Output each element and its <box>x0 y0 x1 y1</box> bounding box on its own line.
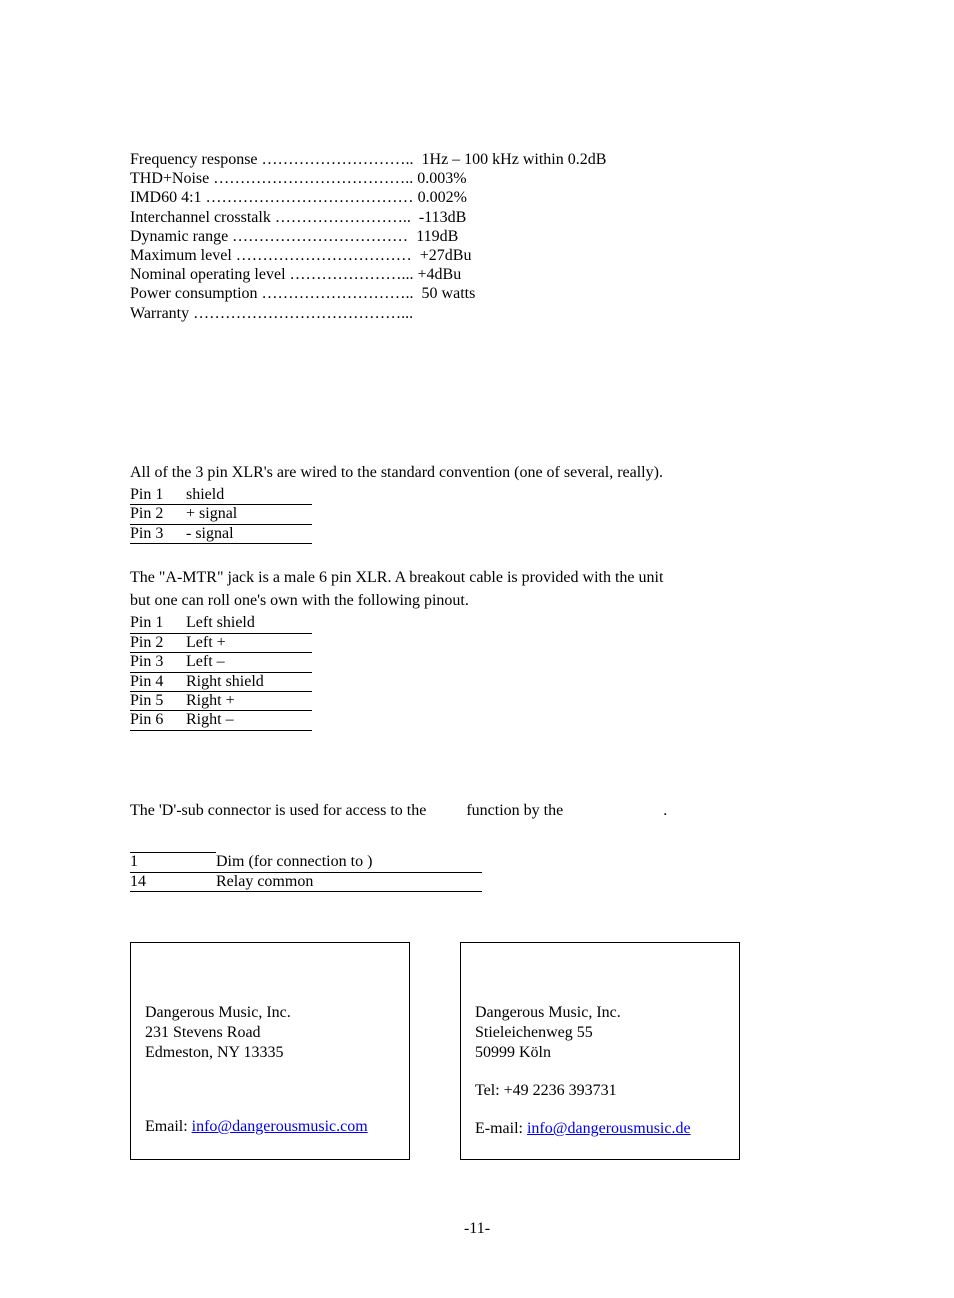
email-link-us[interactable]: info@dangerousmusic.com <box>192 1118 368 1135</box>
dsub-intro: The 'D'-sub connector is used for access… <box>130 801 824 820</box>
spec-row: IMD60 4:1 ………………………………… 0.002% <box>130 188 824 207</box>
contact-email-line: Email: info@dangerousmusic.com <box>145 1117 395 1137</box>
spec-value: +4dBu <box>418 265 462 284</box>
spec-value: 0.003% <box>417 169 466 188</box>
spec-row: Interchannel crosstalk …………………….. -113dB <box>130 208 824 227</box>
page-number: -11- <box>130 1220 824 1238</box>
dsub-header-blank2 <box>216 834 482 853</box>
spec-row: Nominal operating level …………………... +4dBu <box>130 265 824 284</box>
table-row: Pin 4 Right shield <box>130 672 312 691</box>
contact-line: 50999 Köln <box>475 1043 725 1063</box>
dsub-intro-pre: The 'D'-sub connector is used for access… <box>130 802 430 819</box>
table-row: Pin 3 Left – <box>130 653 312 672</box>
dsub-intro-mid: function by the <box>430 802 567 819</box>
pin-cell: Pin 1 <box>130 614 186 633</box>
pin-value-cell: Dim (for connection to ) <box>216 853 482 872</box>
pin-value-cell: Right – <box>186 711 312 730</box>
table-row: 14 Relay common <box>130 872 482 891</box>
spec-label: Frequency response ……………………….. <box>130 150 422 169</box>
pin-value-cell: Right + <box>186 691 312 710</box>
dsub-header-row <box>130 834 482 853</box>
xlr6-table: Pin 1 Left shield Pin 2 Left + Pin 3 Lef… <box>130 614 312 730</box>
spec-label: Interchannel crosstalk …………………….. <box>130 208 419 227</box>
contact-line: Dangerous Music, Inc. <box>475 1003 725 1023</box>
xlr6-intro-line1: The "A-MTR" jack is a male 6 pin XLR. A … <box>130 568 824 587</box>
spec-row: Warranty …………………………………... <box>130 304 824 323</box>
xlr6-intro-line2: but one can roll one's own with the foll… <box>130 591 824 610</box>
spec-row: THD+Noise ……………………………….. 0.003% <box>130 169 824 188</box>
spec-row: Frequency response ……………………….. 1Hz – 100… <box>130 150 824 169</box>
pin-cell: 1 <box>130 853 216 872</box>
email-link-de[interactable]: info@dangerousmusic.de <box>527 1120 691 1137</box>
table-row: Pin 1 shield <box>130 486 312 505</box>
xlr3-intro: All of the 3 pin XLR's are wired to the … <box>130 463 824 482</box>
spec-value: +27dBu <box>420 246 472 265</box>
pin-value-cell: Right shield <box>186 672 312 691</box>
table-row: Pin 5 Right + <box>130 691 312 710</box>
table-row: Pin 2 + signal <box>130 505 312 524</box>
table-row: Pin 1 Left shield <box>130 614 312 633</box>
contact-box-de: Dangerous Music, Inc. Stieleichenweg 55 … <box>460 942 740 1160</box>
spec-row: Power consumption ……………………….. 50 watts <box>130 284 824 303</box>
contact-line: 231 Stevens Road <box>145 1023 395 1043</box>
contact-line: Dangerous Music, Inc. <box>145 1003 395 1023</box>
pin-cell: Pin 6 <box>130 711 186 730</box>
xlr3-table: Pin 1 shield Pin 2 + signal Pin 3 - sign… <box>130 486 312 544</box>
pin-cell: Pin 3 <box>130 653 186 672</box>
pin-value-cell: - signal <box>186 524 312 543</box>
contact-box-us: Dangerous Music, Inc. 231 Stevens Road E… <box>130 942 410 1160</box>
table-row: 1 Dim (for connection to ) <box>130 853 482 872</box>
xlr6-section: The "A-MTR" jack is a male 6 pin XLR. A … <box>130 568 824 731</box>
pin-cell: Pin 1 <box>130 486 186 505</box>
spec-row: Dynamic range …………………………… 119dB <box>130 227 824 246</box>
dsub-table: 1 Dim (for connection to ) 14 Relay comm… <box>130 834 482 892</box>
email-label: Email: <box>145 1118 192 1135</box>
spec-label: Power consumption ……………………….. <box>130 284 422 303</box>
spec-label: IMD60 4:1 ………………………………… <box>130 188 418 207</box>
pin-cell: Pin 5 <box>130 691 186 710</box>
contact-line: Edmeston, NY 13335 <box>145 1043 395 1063</box>
specifications-block: Frequency response ……………………….. 1Hz – 100… <box>130 150 824 323</box>
pin-value-cell: Left shield <box>186 614 312 633</box>
spec-label: Dynamic range …………………………… <box>130 227 416 246</box>
spec-label: Nominal operating level …………………... <box>130 265 418 284</box>
xlr3-section: All of the 3 pin XLR's are wired to the … <box>130 463 824 544</box>
spec-value: 1Hz – 100 kHz within 0.2dB <box>422 150 607 169</box>
dsub-intro-post: . <box>567 802 667 819</box>
pin-cell: Pin 3 <box>130 524 186 543</box>
spec-label: Maximum level …………………………… <box>130 246 420 265</box>
table-row: Pin 2 Left + <box>130 633 312 652</box>
pin-value-cell: Relay common <box>216 872 482 891</box>
email-label: E-mail: <box>475 1120 527 1137</box>
pin-value-cell: shield <box>186 486 312 505</box>
contact-row: Dangerous Music, Inc. 231 Stevens Road E… <box>130 942 824 1160</box>
spec-value: 50 watts <box>422 284 476 303</box>
spec-label: Warranty …………………………………... <box>130 304 413 323</box>
pin-value-cell: Left + <box>186 633 312 652</box>
contact-line: Stieleichenweg 55 <box>475 1023 725 1043</box>
pin-cell: 14 <box>130 872 216 891</box>
spec-label: THD+Noise ……………………………….. <box>130 169 417 188</box>
table-row: Pin 6 Right – <box>130 711 312 730</box>
spec-row: Maximum level …………………………… +27dBu <box>130 246 824 265</box>
pin-value-cell: Left – <box>186 653 312 672</box>
contact-tel: Tel: +49 2236 393731 <box>475 1081 725 1101</box>
table-row: Pin 3 - signal <box>130 524 312 543</box>
pin-cell: Pin 2 <box>130 633 186 652</box>
pin-cell: Pin 4 <box>130 672 186 691</box>
spec-value: 119dB <box>416 227 458 246</box>
contact-email-line: E-mail: info@dangerousmusic.de <box>475 1119 725 1139</box>
spec-value: 0.002% <box>418 188 467 207</box>
dsub-section: The 'D'-sub connector is used for access… <box>130 801 824 892</box>
dsub-header-blank <box>130 834 216 853</box>
pin-value-cell: + signal <box>186 505 312 524</box>
pin-cell: Pin 2 <box>130 505 186 524</box>
spec-value: -113dB <box>419 208 466 227</box>
